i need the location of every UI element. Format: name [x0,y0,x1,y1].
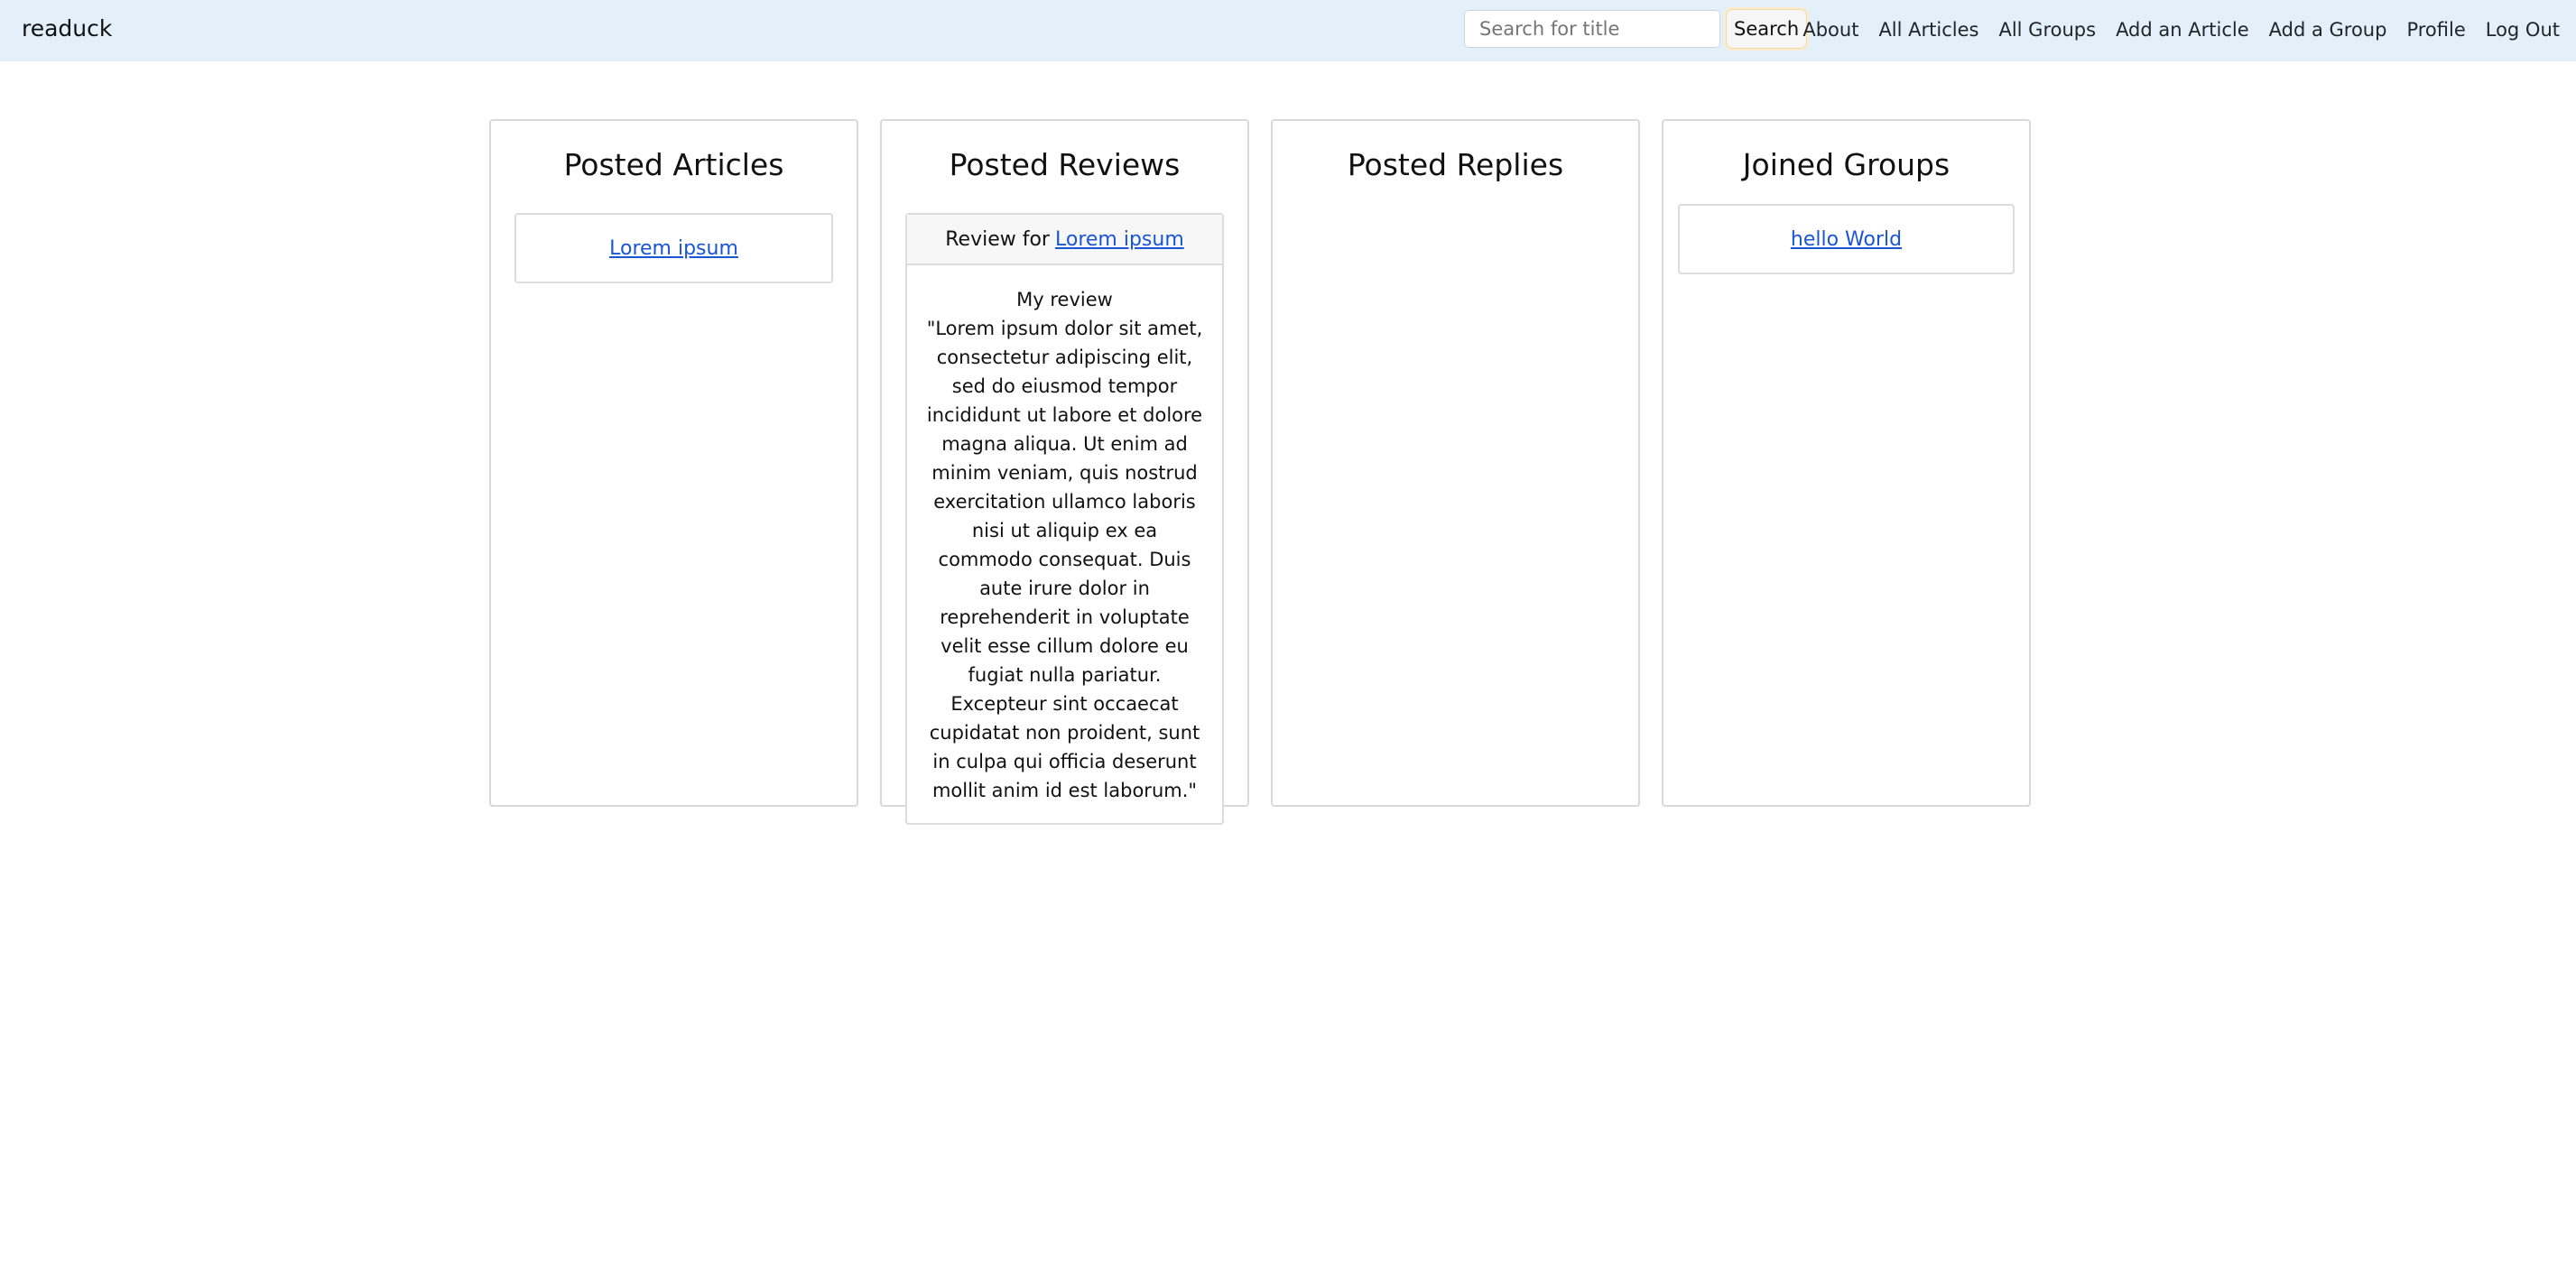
review-title: My review [1016,289,1113,310]
article-link[interactable]: Lorem ipsum [609,237,738,260]
posted-articles-column: Posted Articles Lorem ipsum [489,119,858,807]
nav-link-all-articles[interactable]: All Articles [1878,19,1978,41]
nav-link-add-group[interactable]: Add a Group [2269,19,2387,41]
search-form: Search [1464,9,1808,49]
posted-reviews-column: Posted Reviews Review for Lorem ipsum My… [880,119,1249,825]
review-article-link[interactable]: Lorem ipsum [1055,228,1184,251]
top-navbar: readuck Search About All Articles All Gr… [0,0,2576,61]
posted-articles-title: Posted Articles [563,147,784,182]
nav-link-profile[interactable]: Profile [2406,19,2465,41]
group-link[interactable]: hello World [1791,228,1902,251]
nav-link-log-out[interactable]: Log Out [2486,19,2560,41]
search-input[interactable] [1464,10,1720,48]
review-for-label: Review for [945,227,1050,251]
group-card: hello World [1678,204,2015,274]
joined-groups-title: Joined Groups [1742,147,1951,182]
joined-groups-column: Joined Groups hello World [1662,119,2031,807]
review-header: Review for Lorem ipsum [907,215,1222,265]
nav-link-add-article[interactable]: Add an Article [2116,19,2249,41]
nav-link-about[interactable]: About [1802,19,1858,41]
review-body: My review "Lorem ipsum dolor sit amet, c… [907,265,1222,823]
article-card: Lorem ipsum [514,213,833,283]
posted-reviews-title: Posted Reviews [949,147,1181,182]
nav-links: About All Articles All Groups Add an Art… [1783,13,2560,47]
review-card: Review for Lorem ipsum My review "Lorem … [905,213,1224,825]
profile-columns: Posted Articles Lorem ipsum Posted Revie… [489,119,2031,825]
posted-replies-title: Posted Replies [1347,147,1564,182]
nav-link-all-groups[interactable]: All Groups [1998,19,2096,41]
brand-logo-link[interactable]: readuck [22,11,112,47]
posted-replies-column: Posted Replies [1271,119,1640,807]
review-text: "Lorem ipsum dolor sit amet, consectetur… [926,318,1203,801]
